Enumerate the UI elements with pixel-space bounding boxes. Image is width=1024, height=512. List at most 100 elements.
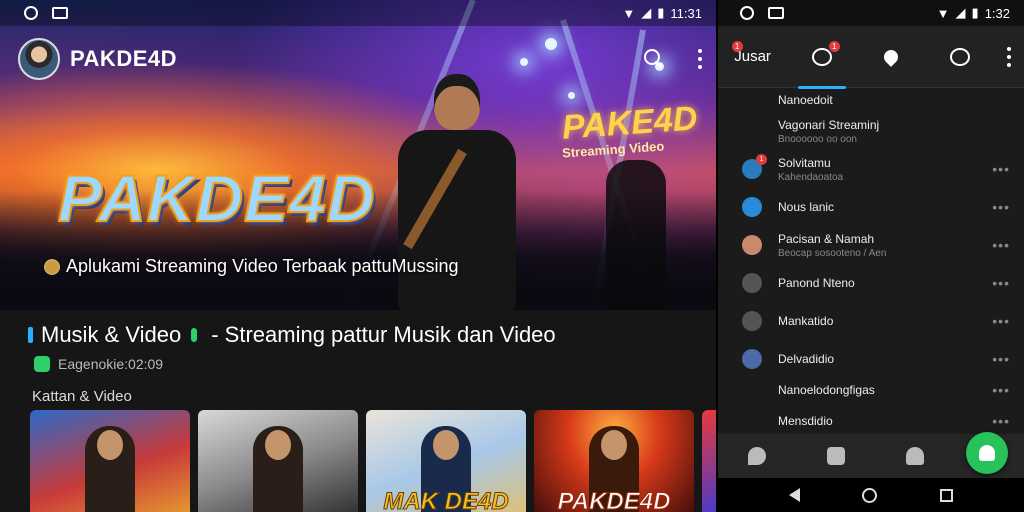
heart-icon — [742, 311, 762, 331]
tab-notifications[interactable]: 1 — [792, 37, 852, 89]
app-notification-icon — [24, 6, 38, 20]
notification-icon — [811, 47, 832, 66]
info-icon — [742, 197, 762, 217]
status-time: 11:31 — [670, 5, 702, 21]
section-subtitle: Eagenokie:02:09 — [34, 356, 163, 372]
thumbnail-title: MAK DE4D — [383, 488, 509, 512]
wifi-icon: ▼ — [936, 5, 950, 21]
more-options-icon[interactable]: ••• — [992, 313, 1010, 329]
app-notification-icon — [740, 6, 754, 20]
list-item-subtitle: Bnoooooo oo oon — [778, 133, 857, 145]
system-nav-bar — [718, 478, 1024, 512]
add-contact-button[interactable] — [966, 432, 1008, 474]
status-time: 1:32 — [984, 5, 1010, 21]
avatar — [742, 349, 762, 369]
channel-icon — [34, 356, 50, 372]
user-icon — [979, 445, 995, 461]
list-item-title: Nanoedoit — [778, 93, 833, 107]
section-title-main: Musik & Video — [41, 322, 182, 347]
stage-light — [568, 92, 575, 99]
category-label: Kattan & Video — [32, 388, 132, 405]
pin-icon — [881, 46, 901, 67]
list-item[interactable]: Nanoelodongfigas ••• — [718, 378, 1024, 402]
list-item-title: Pacisan & Namah — [778, 231, 875, 246]
tab-bar: Jusar 1 1 — [718, 26, 1024, 89]
recent-apps-icon[interactable] — [939, 488, 953, 502]
battery-icon: ▮ — [971, 5, 979, 20]
message-icon — [950, 47, 971, 66]
search-icon[interactable] — [644, 49, 664, 69]
list-item-title: Mensdidio — [778, 414, 833, 428]
more-options-icon[interactable]: ••• — [992, 382, 1010, 398]
unread-badge: 1 — [756, 154, 767, 165]
profile-avatar[interactable] — [18, 38, 60, 80]
list-item-title: Vagonari Streaminj — [778, 117, 880, 132]
tab-chats[interactable]: Jusar 1 — [723, 37, 783, 77]
list-item-subtitle: Beocap sosooteno / Aen — [778, 247, 887, 259]
list-item[interactable]: Nanoedoit — [718, 88, 1024, 112]
list-item[interactable]: Mankatido ••• — [718, 302, 1024, 340]
more-options-icon[interactable]: ••• — [992, 413, 1010, 429]
tab-messages[interactable] — [930, 37, 990, 77]
back-icon[interactable] — [789, 488, 801, 502]
thumbnail-title: PAKDE4D — [557, 488, 671, 512]
list-item-title: Panond Nteno — [778, 276, 855, 290]
more-options-icon[interactable] — [698, 49, 702, 69]
signal-icon: ◢ — [641, 5, 652, 20]
coin-icon — [44, 258, 60, 275]
more-options-icon[interactable]: ••• — [992, 351, 1010, 367]
list-item-title: Nanoelodongfigas — [778, 383, 875, 397]
battery-icon: ▮ — [657, 5, 665, 20]
section-title-sub: - Streaming pattur Musik dan Video — [211, 322, 556, 347]
video-thumbnail[interactable]: PAKDE4D — [534, 410, 694, 512]
home-icon[interactable] — [862, 487, 878, 503]
video-thumbnail[interactable] — [198, 410, 358, 512]
avatar — [742, 235, 762, 255]
right-phone-screen: ▼ ◢ ▮ 1:32 Jusar 1 1 Nanoedoit Vagonari S… — [716, 0, 1024, 512]
list-item[interactable]: Pacisan & Namah Beocap sosooteno / Aen ••• — [718, 226, 1024, 264]
video-thumbnail[interactable] — [30, 410, 190, 512]
app-header: PAKDE4D — [18, 38, 702, 80]
list-item[interactable]: Vagonari Streaminj Bnoooooo oo oon — [718, 112, 1024, 150]
status-bar: ▼ ◢ ▮ 11:31 — [0, 0, 716, 26]
hero-caption-text: Aplukami Streaming Video Terbaak pattuMu… — [66, 256, 459, 276]
hero-logo-text: PAKDE4D — [57, 160, 376, 236]
thumbnail-row: MAK DE4D PAKDE4D — [30, 410, 716, 512]
more-options-icon[interactable]: ••• — [992, 275, 1010, 291]
section-title: Musik & Video - Streaming pattur Musik d… — [28, 322, 556, 348]
list-item-title: Mankatido — [778, 314, 834, 328]
message-notification-icon — [52, 7, 68, 19]
list-item[interactable]: Delvadidio ••• — [718, 340, 1024, 378]
wifi-icon: ▼ — [622, 5, 636, 21]
list-item[interactable]: Panond Nteno ••• — [718, 264, 1024, 302]
person-icon[interactable] — [905, 447, 924, 465]
list-item-subtitle: Kahendaoatoa — [778, 171, 844, 183]
map-icon[interactable] — [748, 447, 767, 465]
list-item[interactable]: Nous lanic ••• — [718, 188, 1024, 226]
list-item[interactable]: 1 Solvitamu Kahendaoatoa ••• — [718, 150, 1024, 188]
tab-badge: 1 — [828, 40, 840, 52]
section-subtitle-text: Eagenokie:02:09 — [58, 356, 164, 372]
more-options-icon[interactable]: ••• — [992, 161, 1010, 177]
speech-icon — [742, 273, 762, 293]
list-item-title: Solvitamu — [778, 155, 831, 170]
list-item-title: Delvadidio — [778, 352, 835, 366]
app-title: PAKDE4D — [70, 46, 178, 71]
guitarist-silhouette — [606, 160, 666, 310]
live-indicator-icon — [191, 328, 198, 342]
gift-icon[interactable] — [826, 447, 845, 465]
message-notification-icon — [768, 7, 784, 19]
more-options-icon[interactable]: ••• — [992, 199, 1010, 215]
video-thumbnail[interactable] — [702, 410, 716, 512]
more-options-icon[interactable] — [999, 37, 1019, 77]
left-phone-screen: PAKE4D Streaming Video PAKDE4D Aplukami … — [0, 0, 716, 512]
signal-icon: ◢ — [955, 5, 966, 20]
more-options-icon[interactable]: ••• — [992, 237, 1010, 253]
tab-badge: 1 — [731, 40, 743, 52]
tab-pinned[interactable] — [861, 37, 921, 77]
list-item-title: Nous lanic — [778, 200, 835, 214]
channel-list: Nanoedoit Vagonari Streaminj Bnoooooo oo o… — [718, 88, 1024, 440]
section-marker-icon — [28, 327, 33, 343]
hero-caption: Aplukami Streaming Video Terbaak pattuMu… — [44, 256, 459, 277]
video-thumbnail[interactable]: MAK DE4D — [366, 410, 526, 512]
